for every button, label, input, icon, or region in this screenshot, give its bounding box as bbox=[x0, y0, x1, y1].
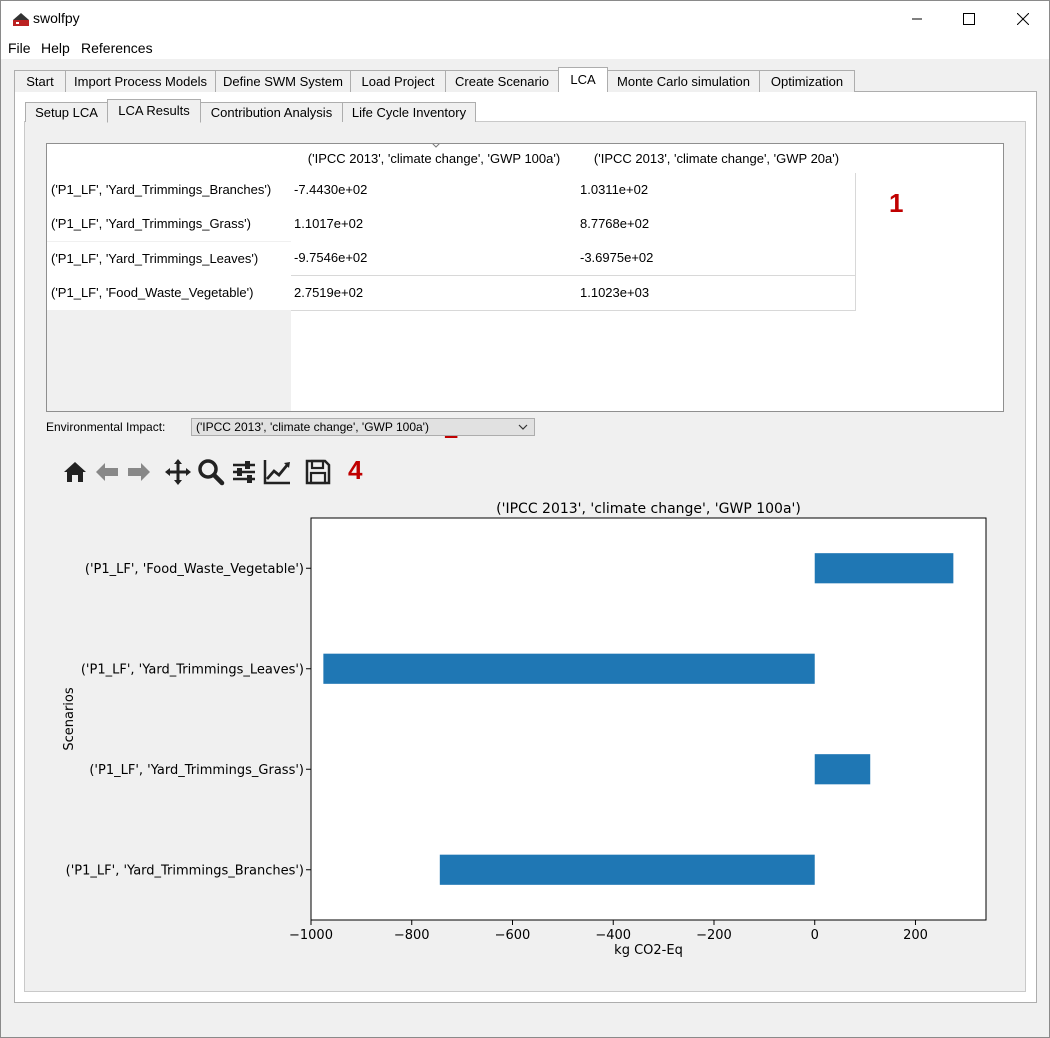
forward-arrow-icon[interactable] bbox=[123, 456, 155, 488]
table-cell[interactable]: -3.6975e+02 bbox=[577, 241, 856, 276]
lca-results-table[interactable]: ('IPCC 2013', 'climate change', 'GWP 100… bbox=[46, 143, 1004, 412]
tab-start[interactable]: Start bbox=[14, 70, 66, 92]
table-cell[interactable]: 8.7768e+02 bbox=[577, 207, 856, 242]
impact-bar-chart[interactable]: ('P1_LF', 'Yard_Trimmings_Branches') ('P1… bbox=[1, 491, 1050, 961]
home-icon[interactable] bbox=[59, 456, 91, 488]
pan-icon[interactable] bbox=[162, 456, 194, 488]
column-header[interactable]: ('IPCC 2013', 'climate change', 'GWP 20a… bbox=[577, 144, 856, 173]
chart-bar bbox=[814, 754, 871, 785]
tab-life-cycle-inventory[interactable]: Life Cycle Inventory bbox=[342, 102, 476, 122]
table-cell[interactable]: 2.7519e+02 bbox=[291, 276, 578, 311]
chevron-down-icon bbox=[518, 424, 528, 430]
row-header[interactable]: ('P1_LF', 'Yard_Trimmings_Grass') bbox=[47, 207, 291, 241]
annotation-1: 1 bbox=[889, 188, 904, 218]
x-tick-label: 0 bbox=[811, 928, 819, 943]
table-cell[interactable]: 1.1023e+03 bbox=[577, 276, 856, 311]
x-tick-label: −800 bbox=[394, 928, 430, 943]
tab-setup-lca[interactable]: Setup LCA bbox=[25, 102, 108, 122]
menu-references[interactable]: References bbox=[81, 40, 153, 56]
configure-subplots-icon[interactable] bbox=[228, 456, 260, 488]
sort-indicator-icon bbox=[432, 144, 440, 148]
tab-contribution-analysis[interactable]: Contribution Analysis bbox=[200, 102, 343, 122]
menu-bar: File Help References bbox=[1, 37, 1049, 59]
tab-define-swm-system[interactable]: Define SWM System bbox=[215, 70, 351, 92]
environmental-impact-label: Environmental Impact: bbox=[46, 420, 166, 434]
tab-load-project[interactable]: Load Project bbox=[350, 70, 446, 92]
app-logo-icon bbox=[13, 13, 29, 26]
table-cell[interactable]: -9.7546e+02 bbox=[291, 241, 578, 276]
app-window: swolfpy File Help References Start Impor… bbox=[0, 0, 1050, 1038]
edit-axis-icon[interactable] bbox=[261, 456, 293, 488]
window-title: swolfpy bbox=[33, 10, 80, 26]
environmental-impact-dropdown[interactable]: ('IPCC 2013', 'climate change', 'GWP 100… bbox=[191, 418, 535, 436]
tab-lca[interactable]: LCA bbox=[558, 67, 608, 92]
maximize-icon bbox=[963, 13, 975, 25]
row-header[interactable]: ('P1_LF', 'Yard_Trimmings_Leaves') bbox=[47, 242, 291, 276]
menu-help[interactable]: Help bbox=[41, 40, 70, 56]
chart-bar bbox=[814, 553, 954, 584]
dropdown-selected-value: ('IPCC 2013', 'climate change', 'GWP 100… bbox=[196, 420, 429, 434]
table-cell[interactable]: 1.0311e+02 bbox=[577, 173, 856, 208]
tab-optimization[interactable]: Optimization bbox=[759, 70, 855, 92]
x-axis-label: kg CO2-Eq bbox=[614, 943, 683, 958]
y-axis-label: Scenarios bbox=[62, 687, 77, 751]
title-bar: swolfpy bbox=[1, 1, 1049, 37]
table-corner bbox=[47, 144, 291, 173]
x-tick-label: −200 bbox=[696, 928, 732, 943]
row-header[interactable]: ('P1_LF', 'Food_Waste_Vegetable') bbox=[47, 276, 291, 310]
maximize-button[interactable] bbox=[943, 1, 995, 37]
row-header[interactable]: ('P1_LF', 'Yard_Trimmings_Branches') bbox=[47, 173, 291, 207]
x-tick-label: 200 bbox=[903, 928, 928, 943]
chart-title: ('IPCC 2013', 'climate change', 'GWP 100… bbox=[496, 501, 801, 517]
column-header[interactable]: ('IPCC 2013', 'climate change', 'GWP 100… bbox=[291, 144, 577, 173]
x-tick-label: −600 bbox=[495, 928, 531, 943]
minimize-icon bbox=[912, 18, 922, 20]
tab-create-scenario[interactable]: Create Scenario bbox=[445, 70, 559, 92]
chart-bar bbox=[439, 854, 815, 885]
tab-import-process-models[interactable]: Import Process Models bbox=[65, 70, 216, 92]
annotation-4: 4 bbox=[348, 455, 363, 485]
zoom-icon[interactable] bbox=[195, 456, 227, 488]
table-cell[interactable]: 1.1017e+02 bbox=[291, 207, 578, 242]
minimize-button[interactable] bbox=[891, 1, 943, 37]
y-tick-label: ('P1_LF', 'Yard_Trimmings_Grass') bbox=[89, 763, 304, 778]
x-tick-label: −400 bbox=[595, 928, 631, 943]
y-tick-label: ('P1_LF', 'Yard_Trimmings_Leaves') bbox=[81, 662, 304, 677]
y-tick-label: ('P1_LF', 'Food_Waste_Vegetable') bbox=[85, 562, 304, 577]
close-icon bbox=[1017, 13, 1029, 25]
x-tick-label: −1000 bbox=[289, 928, 333, 943]
y-tick-label: ('P1_LF', 'Yard_Trimmings_Branches') bbox=[66, 863, 304, 878]
table-cell[interactable]: -7.4430e+02 bbox=[291, 173, 578, 208]
tab-monte-carlo-simulation[interactable]: Monte Carlo simulation bbox=[607, 70, 760, 92]
save-icon[interactable] bbox=[302, 456, 334, 488]
chart-bar bbox=[323, 653, 815, 684]
back-arrow-icon[interactable] bbox=[91, 456, 123, 488]
menu-file[interactable]: File bbox=[8, 40, 31, 56]
tab-lca-results[interactable]: LCA Results bbox=[107, 99, 201, 123]
close-button[interactable] bbox=[997, 1, 1049, 37]
